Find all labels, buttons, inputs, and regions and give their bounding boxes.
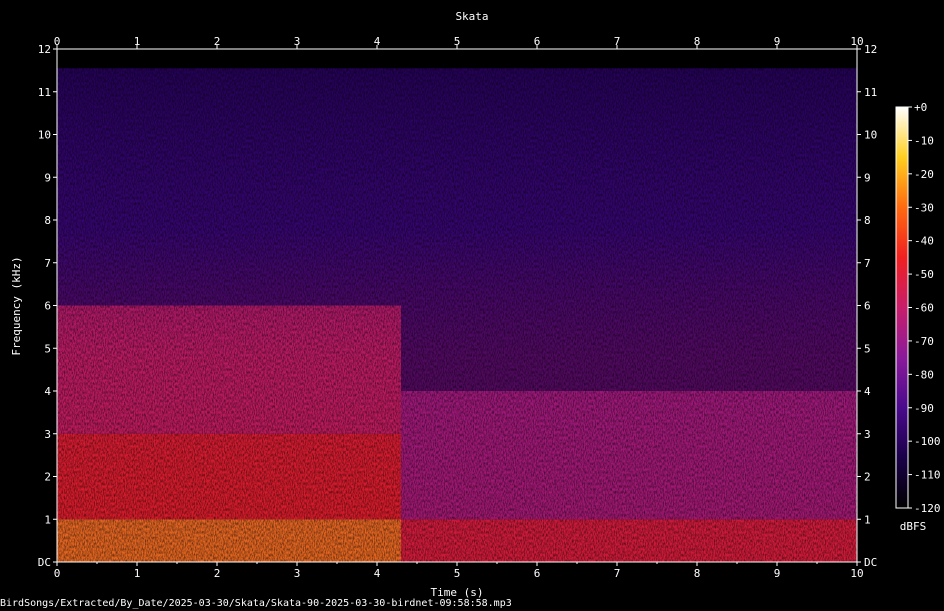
colorbar-tick-label: -110 [914, 469, 941, 482]
x-tick-label: 9 [774, 567, 781, 580]
x-tick-label: 6 [534, 567, 541, 580]
x-tick-label: 1 [134, 567, 141, 580]
colorbar-tick-label: -50 [914, 268, 934, 281]
y-tick-label-right: 5 [864, 342, 871, 355]
y-tick-label: 3 [44, 428, 51, 441]
x-tick-label-top: 3 [294, 35, 301, 48]
file-path-footer: BirdSongs/Extracted/By_Date/2025-03-30/S… [0, 598, 512, 609]
y-tick-label: 5 [44, 342, 51, 355]
x-tick-label-top: 9 [774, 35, 781, 48]
y-tick-label: 12 [38, 43, 51, 56]
colorbar [895, 106, 909, 509]
y-tick-label: 8 [44, 214, 51, 227]
colorbar-tick-label: -80 [914, 368, 934, 381]
x-tick-label: 0 [54, 567, 61, 580]
colorbar-tick-label: -30 [914, 201, 934, 214]
spectrogram-chart: 0 1 2 3 4 5 6 7 8 9 10 0 1 2 3 4 5 6 7 8 9 10 DC123456789101… [10, 10, 941, 599]
colorbar-tick-label: -70 [914, 335, 934, 348]
x-tick-label-top: 8 [694, 35, 701, 48]
spectrogram-top-cutoff [57, 49, 857, 69]
y-tick-label-right: 9 [864, 171, 871, 184]
chart-title: Skata [455, 10, 488, 23]
colorbar-tick-label: -60 [914, 302, 934, 315]
y-axis-left: DC123456789101112 [38, 43, 57, 569]
x-axis-bottom: 0 1 2 3 4 5 6 7 8 9 10 [54, 562, 864, 580]
x-tick-label-top: 1 [134, 35, 141, 48]
x-axis-top: 0 1 2 3 4 5 6 7 8 9 10 [54, 35, 864, 49]
spectrogram-noise [57, 49, 857, 562]
x-tick-label: 7 [614, 567, 621, 580]
colorbar-tick-label: -40 [914, 235, 934, 248]
y-tick-label: 1 [44, 513, 51, 526]
y-tick-label-right: 12 [864, 43, 877, 56]
y-tick-label-right: 4 [864, 385, 871, 398]
x-tick-label-top: 7 [614, 35, 621, 48]
y-tick-label: 9 [44, 171, 51, 184]
x-tick-label: 8 [694, 567, 701, 580]
colorbar-tick-label: -100 [914, 435, 941, 448]
x-tick-label-top: 5 [454, 35, 461, 48]
y-tick-label-right: 2 [864, 471, 871, 484]
y-tick-label-right: DC [864, 556, 877, 569]
y-tick-label: 6 [44, 300, 51, 313]
y-tick-label: 2 [44, 471, 51, 484]
x-tick-label-top: 2 [214, 35, 221, 48]
y-tick-label: DC [38, 556, 51, 569]
colorbar-tick-label: -20 [914, 168, 934, 181]
y-axis-right: DC123456789101112 [857, 43, 877, 569]
x-tick-label: 4 [374, 567, 381, 580]
x-tick-label: 2 [214, 567, 221, 580]
x-tick-label-top: 4 [374, 35, 381, 48]
x-tick-label-top: 10 [850, 35, 863, 48]
x-tick-label: 5 [454, 567, 461, 580]
colorbar-tick-label: -10 [914, 134, 934, 147]
colorbar-tick-label: -120 [914, 502, 941, 515]
colorbar-ticks: +0 -10 -20 -30 -40 -50 -60 -70 -80 -90 -100 -110 -12… [908, 101, 941, 515]
y-tick-label-right: 3 [864, 428, 871, 441]
x-tick-label-top: 6 [534, 35, 541, 48]
y-tick-label: 4 [44, 385, 51, 398]
y-tick-label-right: 10 [864, 129, 877, 142]
y-tick-label-right: 8 [864, 214, 871, 227]
y-tick-label: 11 [38, 86, 51, 99]
y-tick-label-right: 6 [864, 300, 871, 313]
colorbar-tick-label: -90 [914, 402, 934, 415]
x-tick-label-top: 0 [54, 35, 61, 48]
colorbar-label: dBFS [900, 520, 927, 533]
spectrogram-plot-area [57, 49, 857, 562]
y-tick-label: 7 [44, 257, 51, 270]
y-tick-label-right: 7 [864, 257, 871, 270]
colorbar-tick-label: +0 [914, 101, 927, 114]
y-tick-label-right: 11 [864, 86, 877, 99]
x-tick-label: 10 [850, 567, 863, 580]
y-tick-label-right: 1 [864, 513, 871, 526]
y-tick-label: 10 [38, 129, 51, 142]
y-axis-label: Frequency (kHz) [10, 256, 23, 355]
x-tick-label: 3 [294, 567, 301, 580]
